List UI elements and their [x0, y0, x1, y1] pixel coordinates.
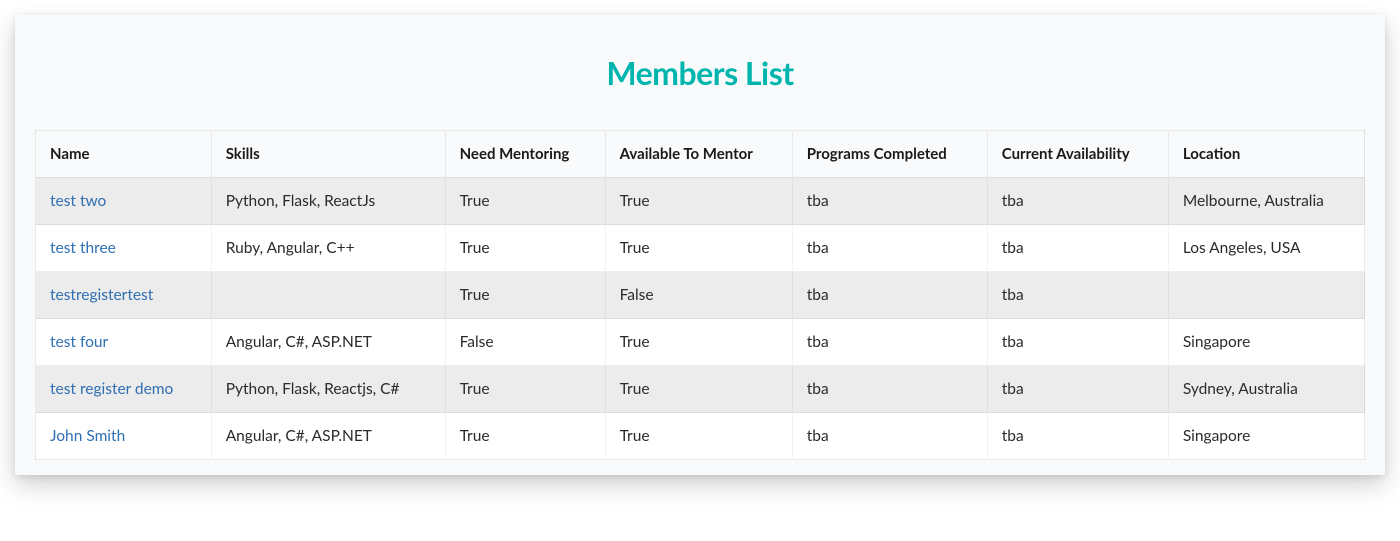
cell-current-availability: tba [987, 225, 1168, 272]
header-name: Name [36, 131, 212, 178]
cell-skills: Python, Flask, ReactJs [211, 178, 445, 225]
header-available-to-mentor: Available To Mentor [605, 131, 792, 178]
cell-location: Singapore [1168, 413, 1364, 460]
cell-need-mentoring: True [445, 225, 605, 272]
cell-need-mentoring: True [445, 366, 605, 413]
cell-programs-completed: tba [792, 272, 987, 319]
header-location: Location [1168, 131, 1364, 178]
table-row: test three Ruby, Angular, C++ True True … [36, 225, 1365, 272]
cell-need-mentoring: True [445, 178, 605, 225]
table-row: test two Python, Flask, ReactJs True Tru… [36, 178, 1365, 225]
cell-current-availability: tba [987, 413, 1168, 460]
member-name-link[interactable]: testregistertest [50, 286, 153, 304]
cell-location: Singapore [1168, 319, 1364, 366]
cell-programs-completed: tba [792, 225, 987, 272]
cell-location [1168, 272, 1364, 319]
header-current-availability: Current Availability [987, 131, 1168, 178]
cell-programs-completed: tba [792, 319, 987, 366]
cell-available-to-mentor: True [605, 178, 792, 225]
member-name-link[interactable]: test three [50, 239, 116, 257]
cell-available-to-mentor: True [605, 413, 792, 460]
table-row: John Smith Angular, C#, ASP.NET True Tru… [36, 413, 1365, 460]
table-header-row: Name Skills Need Mentoring Available To … [36, 131, 1365, 178]
table-wrapper: Name Skills Need Mentoring Available To … [15, 130, 1385, 465]
member-name-link[interactable]: test two [50, 192, 106, 210]
members-table: Name Skills Need Mentoring Available To … [35, 130, 1365, 460]
header-programs-completed: Programs Completed [792, 131, 987, 178]
table-row: test register demo Python, Flask, Reactj… [36, 366, 1365, 413]
cell-current-availability: tba [987, 319, 1168, 366]
table-row: test four Angular, C#, ASP.NET False Tru… [36, 319, 1365, 366]
cell-available-to-mentor: True [605, 225, 792, 272]
header-skills: Skills [211, 131, 445, 178]
cell-programs-completed: tba [792, 413, 987, 460]
cell-available-to-mentor: False [605, 272, 792, 319]
cell-location: Los Angeles, USA [1168, 225, 1364, 272]
member-name-link[interactable]: John Smith [50, 427, 125, 445]
cell-available-to-mentor: True [605, 366, 792, 413]
page-container: Members List Name Skills Need Mentoring … [15, 15, 1385, 475]
cell-current-availability: tba [987, 366, 1168, 413]
cell-need-mentoring: False [445, 319, 605, 366]
cell-current-availability: tba [987, 178, 1168, 225]
cell-available-to-mentor: True [605, 319, 792, 366]
cell-location: Melbourne, Australia [1168, 178, 1364, 225]
cell-programs-completed: tba [792, 366, 987, 413]
member-name-link[interactable]: test register demo [50, 380, 173, 398]
cell-need-mentoring: True [445, 272, 605, 319]
cell-skills: Ruby, Angular, C++ [211, 225, 445, 272]
cell-skills [211, 272, 445, 319]
cell-need-mentoring: True [445, 413, 605, 460]
cell-programs-completed: tba [792, 178, 987, 225]
page-title: Members List [15, 15, 1385, 130]
cell-current-availability: tba [987, 272, 1168, 319]
cell-location: Sydney, Australia [1168, 366, 1364, 413]
cell-skills: Angular, C#, ASP.NET [211, 413, 445, 460]
table-row: testregistertest True False tba tba [36, 272, 1365, 319]
member-name-link[interactable]: test four [50, 333, 108, 351]
cell-skills: Python, Flask, Reactjs, C# [211, 366, 445, 413]
header-need-mentoring: Need Mentoring [445, 131, 605, 178]
cell-skills: Angular, C#, ASP.NET [211, 319, 445, 366]
